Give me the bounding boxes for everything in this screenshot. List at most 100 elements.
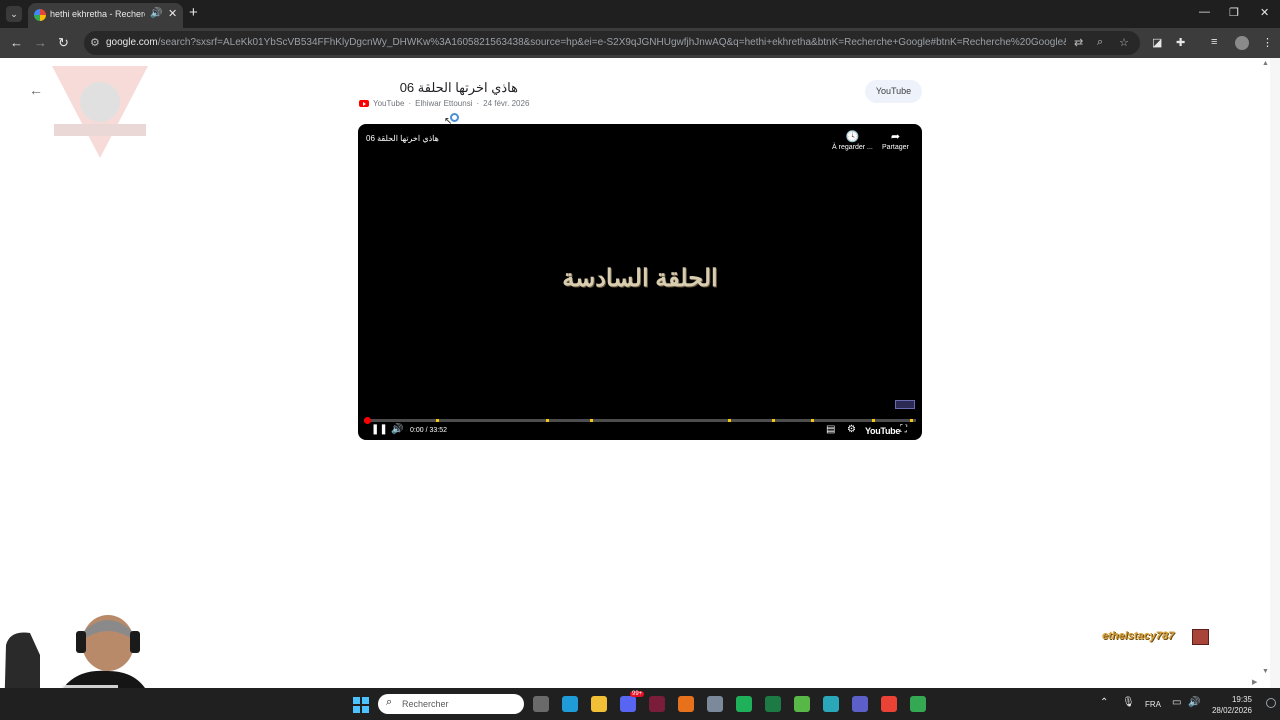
video-date: 24 févr. 2026 [483,99,530,108]
chapter-marker [871,419,875,422]
notifications-icon[interactable] [1266,698,1276,708]
tab-search-menu-icon[interactable]: ⌄ [6,6,22,22]
video-frame-text: الحلقة السادسة [562,265,718,292]
video-meta: YouTube · Elhiwar Ettounsi · 24 févr. 20… [359,99,529,108]
site-info-icon[interactable]: ⚙ [90,36,100,49]
scroll-up-arrow-icon[interactable]: ▲ [1262,60,1269,67]
pause-icon[interactable]: ❚❚ [371,424,388,435]
bookmark-star-icon[interactable]: ☆ [1119,36,1129,49]
back-arrow-icon[interactable]: ← [29,82,43,98]
bluestacks-icon[interactable] [794,696,810,712]
reload-button[interactable]: ↻ [58,35,69,51]
minimize-icon[interactable]: — [1199,6,1210,18]
subtitles-icon[interactable]: ▤ [826,424,835,435]
address-bar[interactable]: ⚙ google.com/search?sxsrf=ALeKk01YbScVB5… [84,31,1140,55]
scroll-down-arrow-icon[interactable]: ▼ [1262,668,1269,675]
close-window-icon[interactable]: ✕ [1260,6,1269,19]
chrome-icon[interactable] [881,696,897,712]
chapter-marker [772,419,776,422]
microphone-icon[interactable]: 🎙 [1122,697,1135,708]
taskbar-clock[interactable]: 19:35 28/02/2026 [1206,694,1252,716]
discord-icon[interactable] [620,696,636,712]
stream-username: ethelstacy787 [1102,630,1175,642]
translate-icon[interactable]: ⇄ [1074,36,1083,49]
youtube-logo-icon [359,100,369,107]
tab-audio-icon[interactable]: 🔊 [150,8,162,19]
clock-icon: 🕓 [845,131,860,143]
share-button[interactable]: ➦ Partager [882,130,909,151]
stream-watermark-logo [52,66,148,158]
back-button[interactable]: ← [10,35,23,51]
meta-separator: · [408,99,412,108]
search-placeholder: Rechercher [402,699,449,709]
browser-toolbar: ← → ↻ ⚙ google.com/search?sxsrf=ALeKk01Y… [0,28,1280,58]
youtube-logo-button[interactable]: YouTube [865,426,900,436]
file-explorer-icon[interactable] [591,696,607,712]
chapter-marker [811,419,815,422]
browser-tab-strip: ⌄ hethi ekhretha - Recherche 🔊 ✕ + — ❐ ✕ [0,0,1280,28]
extension-icon[interactable]: ◪ [1152,36,1162,49]
time-display: 0:00 / 33:52 [410,427,447,434]
share-arrow-icon: ➦ [890,131,901,143]
speaker-icon[interactable]: 🔊 [1188,697,1200,708]
progress-bar[interactable] [364,417,916,424]
profile-avatar[interactable] [1235,36,1249,50]
video-source: YouTube [373,99,405,108]
edge-beta-icon[interactable] [823,696,839,712]
search-icon: ⌕ [386,696,393,708]
edge-icon[interactable] [562,696,578,712]
discord-notification-badge: 99+ [630,691,645,697]
watch-later-button[interactable]: 🕓 À regarder ... [832,130,873,151]
youtube-chip-button[interactable]: YouTube [865,80,922,103]
restore-icon[interactable]: ❐ [1229,6,1239,19]
scroll-right-arrow-icon[interactable]: ▶ [1252,678,1257,686]
windows-logo-icon [353,697,360,704]
chapter-marker [728,419,732,422]
forward-button[interactable]: → [34,35,47,51]
clock-date: 28/02/2026 [1211,706,1252,715]
extensions-puzzle-icon[interactable]: ✚ [1176,36,1185,49]
browser-tab[interactable]: hethi ekhretha - Recherche 🔊 ✕ [28,3,183,28]
meta-separator: · [476,99,480,108]
vertical-scrollbar[interactable] [1270,58,1280,688]
start-button[interactable] [353,697,369,713]
settings-gear-icon[interactable]: ⚙ [847,424,856,435]
volume-icon[interactable]: 🔊 [391,424,403,435]
more-menu-icon[interactable]: ⋮ [1262,36,1273,49]
url-text[interactable]: google.com/search?sxsrf=ALeKk01YbScVB534… [106,37,1066,48]
calculator-icon[interactable] [707,696,723,712]
new-tab-button[interactable]: + [189,5,198,21]
tab-close-icon[interactable]: ✕ [168,7,177,20]
video-title[interactable]: هاذي اخرتها الحلقة 06 [360,80,518,96]
tray-overflow-icon[interactable]: ⌃ [1100,697,1108,708]
chrome-2-icon[interactable] [910,696,926,712]
fullscreen-icon[interactable]: ⛶ [900,424,907,435]
task-view-icon[interactable] [533,696,549,712]
channel-watermark-badge [895,400,915,409]
chapter-marker [910,419,914,422]
chapter-marker [590,419,594,422]
progress-scrubber[interactable] [364,417,371,424]
input-language[interactable]: FRA [1145,700,1161,709]
excel-icon[interactable] [765,696,781,712]
chapter-marker [546,419,550,422]
share-label: Partager [882,144,909,151]
watch-later-label: À regarder ... [832,144,873,151]
windows-taskbar: ⌕ Rechercher 99+ ⌃ 🎙 FRA ▭ 🔊 19:35 28/02… [0,688,1280,720]
tab-title: hethi ekhretha - Recherche [50,9,145,19]
google-favicon-icon [34,9,46,21]
zoom-icon[interactable]: ⌕ [1097,36,1103,49]
network-icon[interactable]: ▭ [1172,697,1181,708]
media-controls-icon[interactable]: ≡ [1211,36,1217,48]
player-title[interactable]: هاذي اخرتها الحلقة 06 [366,134,439,143]
video-player[interactable]: هاذي اخرتها الحلقة 06 🕓 À regarder ... ➦… [358,124,922,440]
clock-time: 19:35 [1231,695,1252,704]
teams-icon[interactable] [852,696,868,712]
user-avatar [1192,629,1209,645]
firefox-icon[interactable] [678,696,694,712]
chapter-marker [435,419,439,422]
app-green-icon[interactable] [736,696,752,712]
affinity-icon[interactable] [649,696,665,712]
video-channel[interactable]: Elhiwar Ettounsi [415,99,472,108]
taskbar-search-input[interactable]: ⌕ Rechercher [378,694,524,714]
